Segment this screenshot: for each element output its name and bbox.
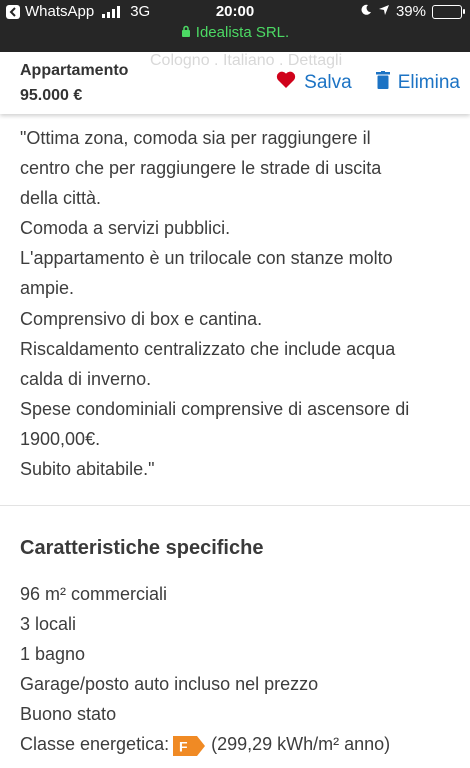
description-line: della città. <box>20 188 102 209</box>
lock-icon <box>181 24 191 41</box>
energy-class-value: (299,29 kWh/m² anno) <box>211 734 391 755</box>
location-arrow-icon <box>378 3 390 20</box>
listing-content: "Ottima zona, comoda sia per raggiungere… <box>0 114 470 484</box>
description-line: L'appartamento è un trilocale con stanze… <box>20 248 393 269</box>
energy-class-row: Classe energetica: F (299,29 kWh/m² anno… <box>20 729 390 759</box>
features-list: 96 m² commerciali 3 locali 1 bagno Garag… <box>20 579 390 760</box>
description-line: Spese condominiali comprensive di ascens… <box>20 398 410 419</box>
description-line: calda di inverno. <box>20 368 152 389</box>
energy-class-label: Classe energetica: <box>20 734 170 755</box>
trash-icon <box>375 71 390 95</box>
features-title: Caratteristiche specifiche <box>20 537 264 559</box>
delete-label: Elimina <box>397 72 460 93</box>
feature-item: Buono stato <box>20 704 117 725</box>
description-line: 1900,00€. <box>20 428 101 449</box>
feature-item: 3 locali <box>20 614 77 635</box>
description-line: Comprensivo di box e cantina. <box>20 308 263 329</box>
save-label: Salva <box>304 72 352 93</box>
feature-item: 1 bagno <box>20 644 86 665</box>
description-line: Comoda a servizi pubblici. <box>20 218 231 239</box>
feature-item: 96 m² commerciali <box>20 584 168 604</box>
scrolled-breadcrumb: Cologno . Italiano . Dettagli <box>150 52 343 69</box>
site-name: Idealista SRL. <box>195 24 290 41</box>
moon-icon <box>360 3 372 20</box>
battery-icon <box>432 4 465 19</box>
feature-item: Garage/posto auto incluso nel prezzo <box>20 674 319 695</box>
listing-header: Cologno . Italiano . Dettagli Appartamen… <box>0 52 470 114</box>
status-bar: WhatsApp 3G 20:00 39% Idealista SRL. <box>0 0 470 52</box>
battery-percent: 39% <box>395 3 426 20</box>
site-identity: Idealista SRL. <box>0 24 470 41</box>
energy-class-badge: F <box>173 735 206 756</box>
energy-class-letter: F <box>179 738 188 754</box>
description-line: centro che per raggiungere le strade di … <box>20 158 382 179</box>
description-line: Subito abitabile." <box>20 459 155 480</box>
listing-price: 95.000 € <box>20 87 83 104</box>
description: "Ottima zona, comoda sia per raggiungere… <box>0 114 470 484</box>
description-line: "Ottima zona, comoda sia per raggiungere… <box>20 128 371 148</box>
heart-icon <box>276 71 296 95</box>
delete-button[interactable]: Elimina <box>375 71 460 95</box>
save-button[interactable]: Salva <box>276 71 352 95</box>
section-divider <box>0 505 470 506</box>
listing-title: Appartamento <box>20 62 129 79</box>
description-line: Riscaldamento centralizzato che include … <box>20 338 396 359</box>
description-line: ampie. <box>20 278 75 299</box>
